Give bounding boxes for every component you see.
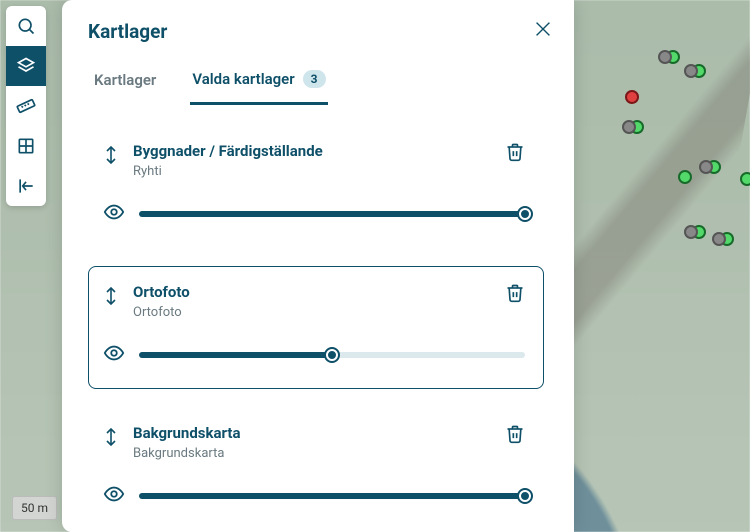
map-marker[interactable] [740,172,750,186]
layer-list[interactable]: Byggnader / Färdigställande Ryhti [88,125,554,532]
map-marker[interactable] [666,50,680,64]
ruler-icon [16,96,36,116]
tab-label: Kartlager [94,71,156,89]
tab-badge: 3 [303,70,326,88]
drag-handle[interactable] [103,146,119,168]
layer-card[interactable]: Ortofoto Ortofoto [88,266,544,389]
opacity-slider[interactable] [139,352,525,358]
layer-title: Ortofoto [133,283,491,301]
map-marker[interactable] [625,90,639,104]
layer-subtitle: Ryhti [133,164,491,179]
reorder-icon [103,146,119,164]
reorder-icon [103,428,119,446]
delete-layer-button[interactable] [505,424,525,448]
trash-icon [505,283,525,303]
visibility-toggle[interactable] [103,483,125,509]
trash-icon [505,424,525,444]
panel-title: Kartlager [88,20,167,43]
layer-title: Bakgrundskarta [133,424,491,442]
eye-icon [103,342,125,364]
search-icon [16,16,36,36]
grid-icon [16,136,36,156]
scale-badge: 50 m [12,496,57,520]
layer-subtitle: Ortofoto [133,305,491,320]
panel-header: Kartlager [88,18,554,44]
map-marker[interactable] [707,160,721,174]
collapse-left-icon [16,176,36,196]
map-marker[interactable] [692,64,706,78]
eye-icon [103,483,125,505]
collapse-tool-button[interactable] [6,166,46,206]
layer-card[interactable]: Bakgrundskarta Bakgrundskarta [88,407,544,530]
close-icon [532,18,554,40]
tab-label: Valda kartlager [192,70,294,88]
layer-card[interactable]: Byggnader / Färdigställande Ryhti [88,125,544,248]
close-button[interactable] [532,18,554,44]
eye-icon [103,201,125,223]
map-marker[interactable] [678,170,692,184]
visibility-toggle[interactable] [103,342,125,368]
visibility-toggle[interactable] [103,201,125,227]
measure-tool-button[interactable] [6,86,46,126]
layer-subtitle: Bakgrundskarta [133,446,491,461]
drag-handle[interactable] [103,287,119,309]
trash-icon [505,142,525,162]
map-marker[interactable] [630,120,644,134]
opacity-slider[interactable] [139,211,525,217]
opacity-slider[interactable] [139,493,525,499]
drag-handle[interactable] [103,428,119,450]
map-marker[interactable] [720,232,734,246]
reorder-icon [103,287,119,305]
tab-kartlager[interactable]: Kartlager [92,64,158,104]
tab-valda-kartlager[interactable]: Valda kartlager 3 [190,64,327,105]
delete-layer-button[interactable] [505,142,525,166]
side-toolbar [6,6,46,206]
screenshot-tool-button[interactable] [6,126,46,166]
search-tool-button[interactable] [6,6,46,46]
layers-panel: Kartlager Kartlager Valda kartlager 3 By… [62,0,574,532]
tab-strip: Kartlager Valda kartlager 3 [88,64,554,105]
layers-tool-button[interactable] [6,46,46,86]
layers-icon [16,56,36,76]
map-marker[interactable] [692,225,706,239]
layer-title: Byggnader / Färdigställande [133,142,491,160]
delete-layer-button[interactable] [505,283,525,307]
